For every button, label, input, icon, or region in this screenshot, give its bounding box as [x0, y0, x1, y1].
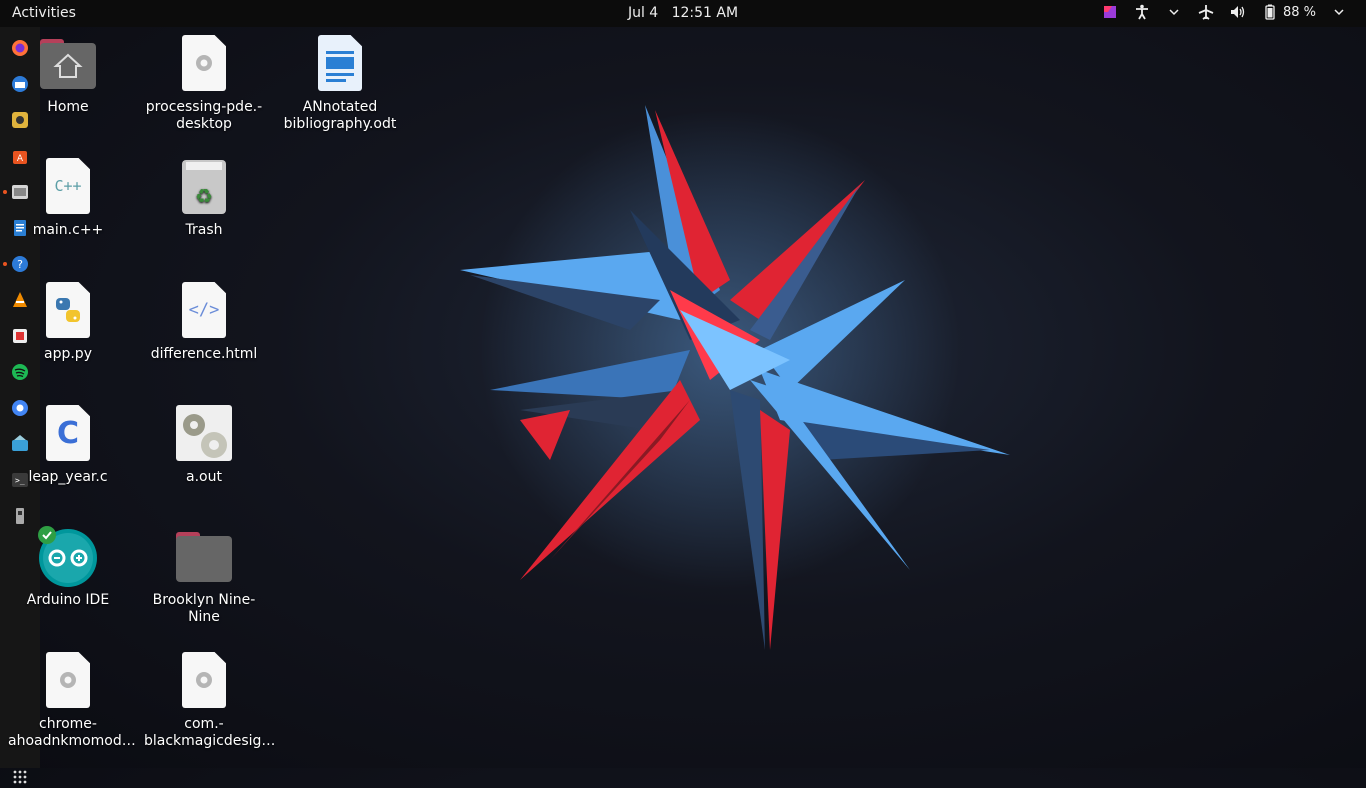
desktop-icon-processing[interactable]: processing-pde.- desktop [144, 35, 264, 133]
desktop-icon-main-cpp[interactable]: C++ main.c++ [8, 158, 128, 239]
folder-icon [174, 528, 234, 588]
a-out-label: a.out [186, 469, 222, 485]
time-label: 12:51 AM [671, 5, 739, 21]
settings-file-icon [174, 652, 234, 712]
leap-year-label: leap_year.c [28, 469, 108, 485]
main-cpp-label: main.c++ [32, 222, 104, 238]
usb-drive-icon[interactable] [10, 506, 30, 526]
desktop-icon-difference-html[interactable]: </> difference.html [144, 282, 264, 363]
svg-text:♻: ♻ [195, 184, 213, 208]
processing-label: processing-pde.- desktop [145, 99, 263, 132]
home-label: Home [47, 99, 89, 115]
desktop-icon-brooklyn-nine-nine[interactable]: Brooklyn Nine- Nine [144, 528, 264, 626]
desktop-icon-a-out[interactable]: a.out [144, 405, 264, 486]
checkmark-badge-icon [38, 526, 56, 544]
desktop-icon-annotated-bibliography[interactable]: ANnotated bibliography.odt [280, 35, 400, 133]
date-label: Jul 4 [627, 5, 659, 21]
brooklyn-label: Brooklyn Nine- Nine [152, 592, 256, 625]
show-applications-icon[interactable] [13, 769, 27, 784]
top-bar: Activities Jul 4 12:51 AM 88 % [0, 0, 1366, 27]
blackmagic-label: com.- blackmagicdesig… [144, 716, 276, 749]
desktop-icon-app-py[interactable]: app.py [8, 282, 128, 363]
python-file-icon [38, 282, 98, 342]
settings-file-icon [38, 652, 98, 712]
odt-document-icon [310, 35, 370, 95]
battery-percentage: 88 % [1282, 4, 1316, 20]
desktop-icon-trash[interactable]: ♻ Trash [144, 158, 264, 239]
running-indicator [3, 262, 7, 266]
desktop-icon-blackmagic[interactable]: com.- blackmagicdesig… [144, 652, 276, 750]
cpp-glyph: C++ [54, 176, 82, 195]
chevron-down-icon[interactable] [1165, 3, 1183, 21]
accessibility-icon[interactable] [1133, 3, 1151, 21]
html-glyph: </> [188, 299, 220, 320]
app-indicator-icon[interactable] [1101, 3, 1119, 21]
cpp-file-icon: C++ [38, 158, 98, 218]
arduino-label: Arduino IDE [26, 592, 110, 608]
spotify-icon[interactable] [10, 362, 30, 382]
help-icon[interactable]: ? [10, 254, 30, 274]
annotated-label: ANnotated bibliography.odt [283, 99, 397, 132]
app-py-label: app.py [44, 346, 92, 362]
desktop-icon-chrome-app[interactable]: chrome- ahoadnkmomod… [8, 652, 136, 750]
settings-file-icon [174, 35, 234, 95]
executable-icon [174, 405, 234, 465]
battery-icon[interactable] [1261, 3, 1279, 21]
system-tray: 88 % [1101, 3, 1348, 21]
volume-icon[interactable] [1229, 3, 1247, 21]
airplane-mode-icon[interactable] [1197, 3, 1215, 21]
difference-label: difference.html [150, 346, 258, 362]
c-file-icon: C [38, 405, 98, 465]
wallpaper-crystal-art [460, 105, 1010, 650]
desktop-icon-home[interactable]: Home [8, 35, 128, 116]
desktop-icon-leap-year-c[interactable]: C leap_year.c [8, 405, 128, 486]
trash-label: Trash [185, 222, 223, 238]
html-file-icon: </> [174, 282, 234, 342]
chrome-app-label: chrome- ahoadnkmomod… [8, 716, 136, 749]
c-glyph: C [56, 415, 80, 451]
trash-icon: ♻ [174, 158, 234, 218]
desktop-icon-arduino-ide[interactable]: Arduino IDE [8, 526, 128, 609]
system-menu-chevron-icon[interactable] [1330, 3, 1348, 21]
home-folder-icon [38, 35, 98, 95]
running-indicator [3, 190, 7, 194]
svg-text:?: ? [17, 258, 23, 271]
